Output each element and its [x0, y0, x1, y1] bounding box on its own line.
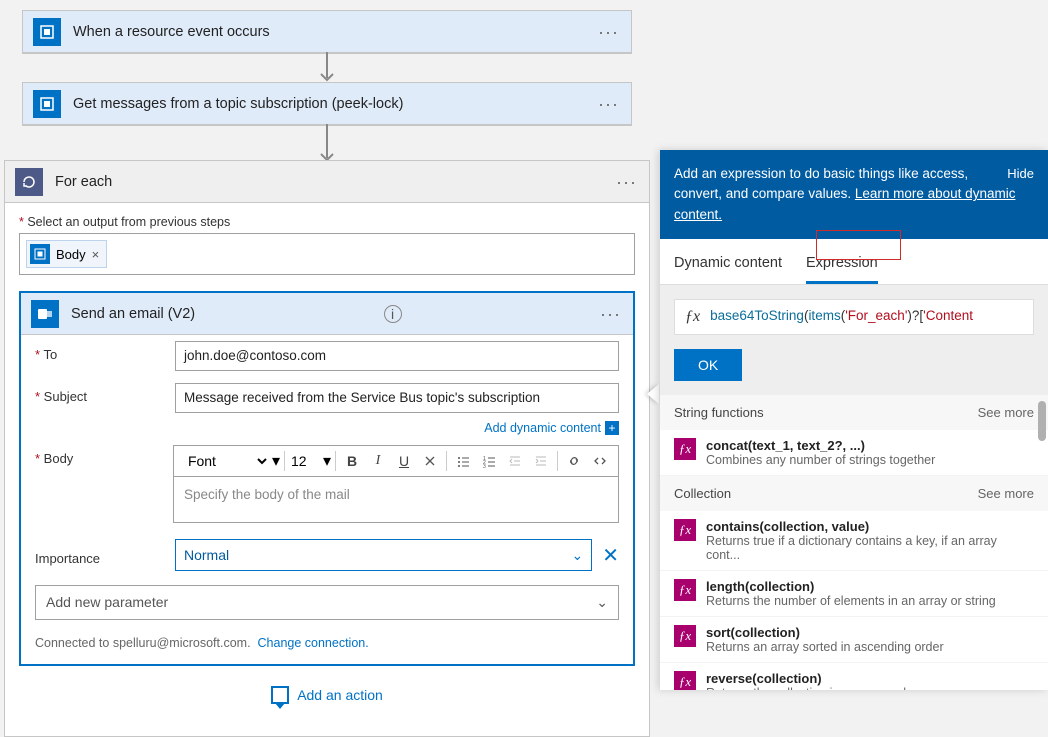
- code-view-button[interactable]: [588, 449, 612, 473]
- callout-arrow-icon: [647, 384, 659, 404]
- foreach-header[interactable]: For each ···: [5, 161, 649, 203]
- panel-header: Hide Add an expression to do basic thing…: [660, 150, 1048, 239]
- hide-link[interactable]: Hide: [1007, 164, 1034, 184]
- func-reverse[interactable]: ƒx reverse(collection)Returns the collec…: [660, 663, 1048, 690]
- action-card-get-messages[interactable]: Get messages from a topic subscription (…: [22, 82, 632, 126]
- service-bus-icon: [30, 244, 50, 264]
- body-input[interactable]: Specify the body of the mail: [173, 477, 619, 523]
- see-more-link[interactable]: See more: [978, 405, 1034, 420]
- action-menu[interactable]: ···: [596, 95, 621, 113]
- email-header[interactable]: Send an email (V2) i ···: [21, 293, 633, 335]
- foreach-menu[interactable]: ···: [614, 173, 639, 191]
- foreach-card: For each ··· Select an output from previ…: [4, 160, 650, 737]
- email-menu[interactable]: ···: [598, 305, 623, 323]
- trigger-title: When a resource event occurs: [73, 24, 270, 40]
- number-list-button[interactable]: 123: [477, 449, 501, 473]
- add-dynamic-content-link[interactable]: Add dynamic content+: [21, 419, 633, 439]
- outlook-icon: [31, 300, 59, 328]
- section-string-functions[interactable]: String functions See more: [660, 395, 1048, 430]
- to-label: To: [35, 341, 175, 362]
- foreach-output-label: Select an output from previous steps: [19, 215, 635, 229]
- token-body[interactable]: Body ×: [26, 240, 107, 268]
- body-toolbar: Font▾ 12▾ B I U 123: [173, 445, 619, 477]
- info-icon[interactable]: i: [384, 305, 402, 323]
- fx-icon: ƒx: [675, 308, 710, 326]
- scrollbar-thumb[interactable]: [1038, 401, 1046, 441]
- arrow-icon: [317, 52, 337, 86]
- token-remove[interactable]: ×: [92, 247, 100, 262]
- email-title: Send an email (V2): [71, 306, 195, 322]
- connection-text: Connected to spelluru@microsoft.com.: [35, 636, 251, 650]
- chevron-down-icon: ▾: [272, 451, 280, 471]
- link-button[interactable]: [562, 449, 586, 473]
- func-concat[interactable]: ƒx concat(text_1, text_2?, ...)Combines …: [660, 430, 1048, 476]
- fx-badge-icon: ƒx: [674, 438, 696, 460]
- fx-badge-icon: ƒx: [674, 671, 696, 690]
- foreach-output-input[interactable]: Body ×: [19, 233, 635, 275]
- add-action-icon: [271, 686, 289, 704]
- subject-label: Subject: [35, 383, 175, 404]
- font-size-select[interactable]: 12: [289, 451, 321, 471]
- func-contains[interactable]: ƒx contains(collection, value)Returns tr…: [660, 511, 1048, 571]
- add-parameter-select[interactable]: Add new parameter ⌄: [35, 585, 619, 620]
- clear-importance-button[interactable]: ✕: [602, 543, 619, 568]
- importance-select[interactable]: Normal ⌄: [175, 539, 592, 571]
- service-bus-icon: [33, 90, 61, 118]
- body-label: Body: [35, 445, 173, 466]
- to-input[interactable]: john.doe@contoso.com: [175, 341, 619, 371]
- see-more-link[interactable]: See more: [978, 486, 1034, 501]
- trigger-menu[interactable]: ···: [596, 23, 621, 41]
- outdent-button[interactable]: [503, 449, 527, 473]
- func-sort[interactable]: ƒx sort(collection)Returns an array sort…: [660, 617, 1048, 663]
- italic-button[interactable]: I: [366, 449, 390, 473]
- email-card: Send an email (V2) i ··· To john.doe@con…: [19, 291, 635, 666]
- underline-button[interactable]: U: [392, 449, 416, 473]
- trigger-card[interactable]: When a resource event occurs ···: [22, 10, 632, 54]
- clear-format-button[interactable]: [418, 449, 442, 473]
- importance-label: Importance: [35, 545, 175, 566]
- indent-button[interactable]: [529, 449, 553, 473]
- add-action-button[interactable]: Add an action: [19, 666, 635, 724]
- chevron-down-icon: ▾: [323, 451, 331, 471]
- bold-button[interactable]: B: [340, 449, 364, 473]
- foreach-title: For each: [55, 174, 112, 190]
- highlight-annotation: [816, 230, 901, 260]
- expression-input[interactable]: ƒx base64ToString(items('For_each')?['Co…: [674, 299, 1034, 335]
- loop-icon: [15, 168, 43, 196]
- fx-badge-icon: ƒx: [674, 579, 696, 601]
- action-title: Get messages from a topic subscription (…: [73, 96, 403, 112]
- svg-text:3: 3: [483, 464, 486, 468]
- bullet-list-button[interactable]: [451, 449, 475, 473]
- tab-dynamic-content[interactable]: Dynamic content: [674, 255, 782, 284]
- fx-badge-icon: ƒx: [674, 519, 696, 541]
- fx-badge-icon: ƒx: [674, 625, 696, 647]
- chevron-down-icon: ⌄: [596, 594, 608, 611]
- subject-input[interactable]: Message received from the Service Bus to…: [175, 383, 619, 413]
- font-select[interactable]: Font: [180, 450, 270, 472]
- function-list[interactable]: String functions See more ƒx concat(text…: [660, 395, 1048, 690]
- event-grid-icon: [33, 18, 61, 46]
- func-length[interactable]: ƒx length(collection)Returns the number …: [660, 571, 1048, 617]
- change-connection-link[interactable]: Change connection.: [258, 636, 369, 650]
- plus-icon: +: [605, 421, 619, 435]
- chevron-down-icon: ⌄: [572, 547, 584, 564]
- ok-button[interactable]: OK: [674, 349, 742, 381]
- section-collection[interactable]: Collection See more: [660, 476, 1048, 511]
